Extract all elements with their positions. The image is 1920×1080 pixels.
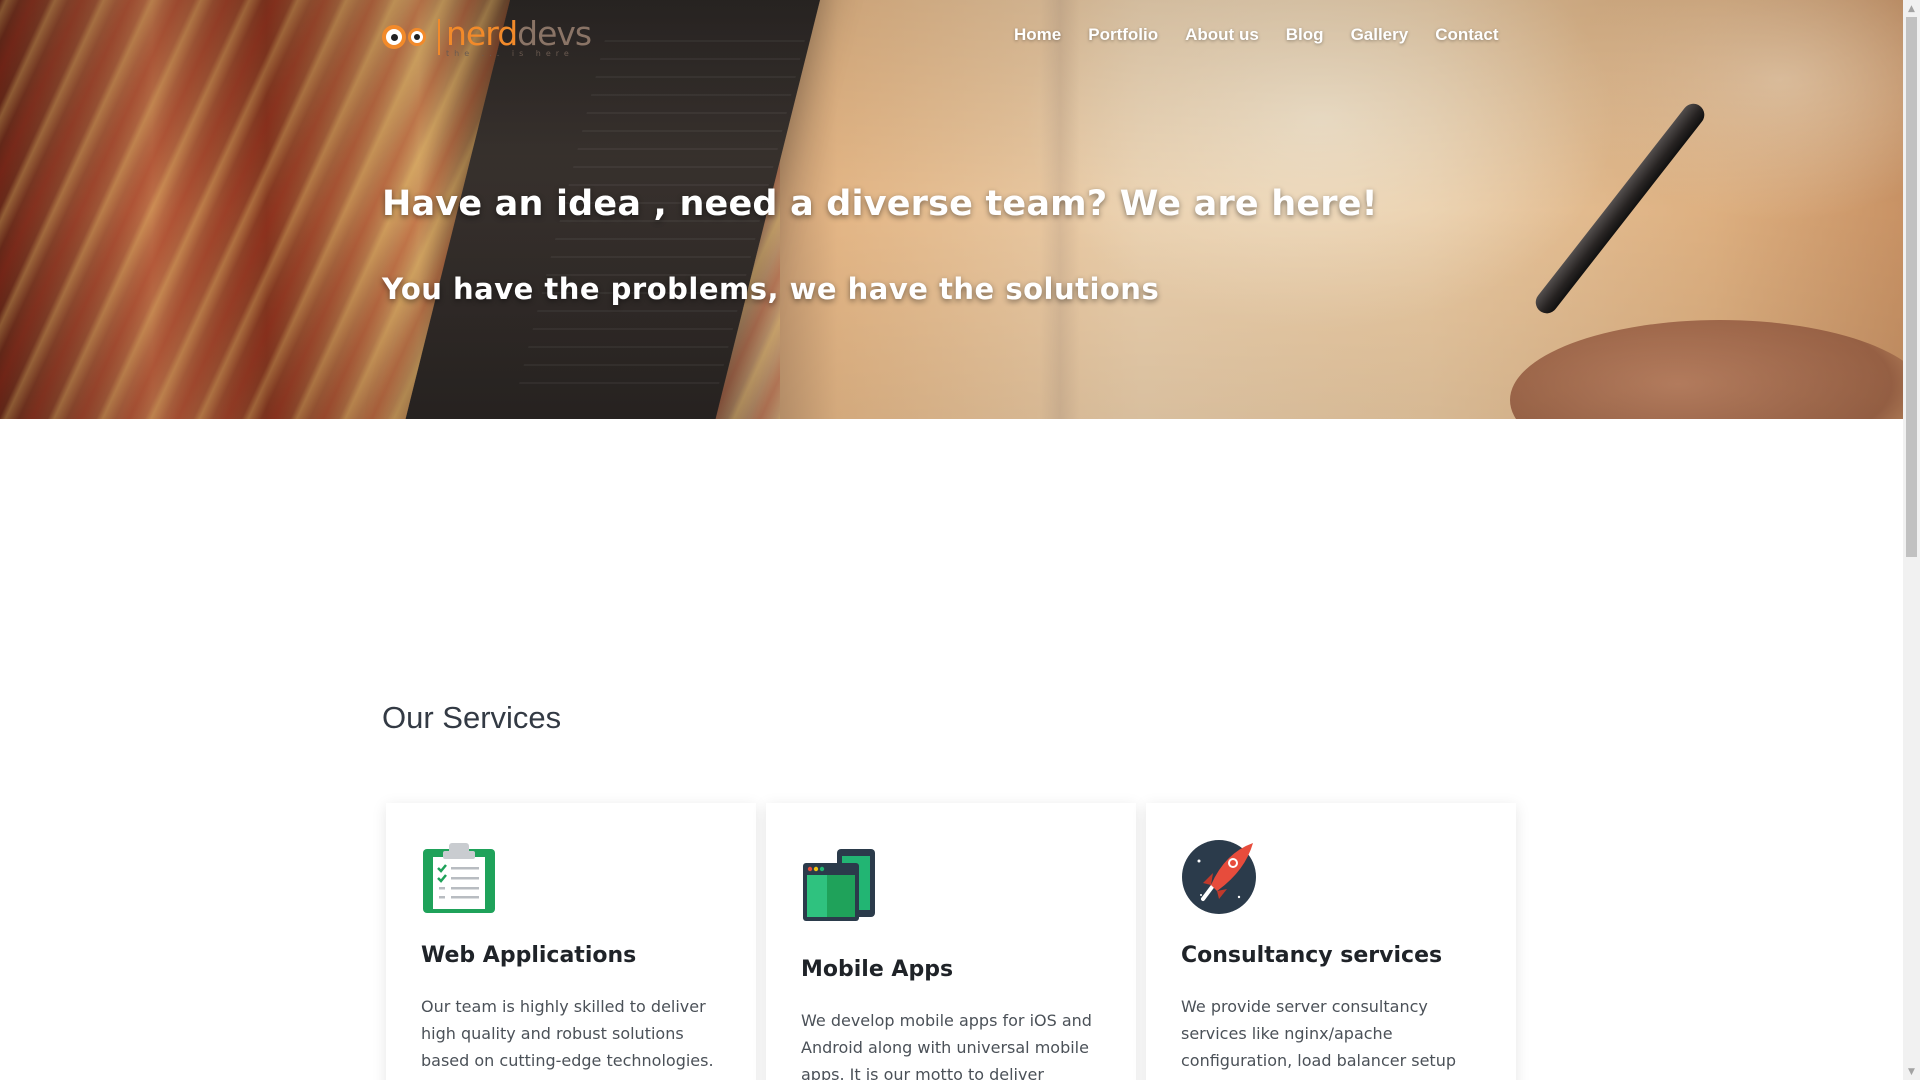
logo-name: nerddevs	[446, 13, 592, 53]
logo-divider	[438, 19, 440, 55]
scroll-up-icon[interactable]: ▲	[1903, 0, 1920, 17]
service-card-text: Our team is highly skilled to deliver hi…	[421, 997, 714, 1080]
logo-name-devs: devs	[517, 13, 592, 53]
scrollbar-thumb[interactable]	[1906, 17, 1917, 557]
hero-title: Have an idea , need a diverse team? We a…	[382, 184, 1378, 224]
service-card-title: Consultancy services	[1181, 943, 1443, 968]
service-card-text: We develop mobile apps for iOS and Andro…	[801, 1011, 1092, 1080]
logo-eyes-icon	[382, 25, 428, 49]
nav-gallery[interactable]: Gallery	[1351, 25, 1409, 45]
logo-tagline: the ... is here	[446, 48, 574, 58]
service-card-mobile-apps: Mobile Apps We develop mobile apps for i…	[766, 803, 1136, 1080]
rocket-icon	[1181, 839, 1257, 915]
devices-icon	[801, 849, 877, 925]
scroll-down-icon[interactable]: ▼	[1903, 1063, 1920, 1080]
service-card-title: Web Applications	[421, 943, 637, 968]
service-card-web-applications: Web Applications Our team is highly skil…	[386, 803, 756, 1080]
service-card-consultancy: Consultancy services We provide server c…	[1146, 803, 1516, 1080]
services-heading: Our Services	[382, 700, 562, 735]
logo-wordmark: nerddevs the ... is here	[446, 13, 592, 58]
nav-about-us[interactable]: About us	[1185, 25, 1259, 45]
logo-eye-right	[408, 28, 426, 46]
service-card-title: Mobile Apps	[801, 957, 954, 982]
nav-home[interactable]: Home	[1014, 25, 1061, 45]
nav-contact[interactable]: Contact	[1435, 25, 1498, 45]
page-scrollbar[interactable]: ▲ ▼	[1903, 0, 1920, 1080]
nav-portfolio[interactable]: Portfolio	[1088, 25, 1158, 45]
hero-subtitle: You have the problems, we have the solut…	[382, 272, 1160, 306]
main-nav: Home Portfolio About us Blog Gallery Con…	[1014, 25, 1526, 45]
logo-name-nerd: nerd	[446, 13, 518, 53]
logo-eye-left	[382, 25, 406, 49]
clipboard-checklist-icon	[421, 839, 497, 915]
nav-blog[interactable]: Blog	[1286, 25, 1324, 45]
site-logo[interactable]: nerddevs the ... is here	[382, 14, 612, 60]
service-card-text: We provide server consultancy services l…	[1181, 997, 1456, 1080]
